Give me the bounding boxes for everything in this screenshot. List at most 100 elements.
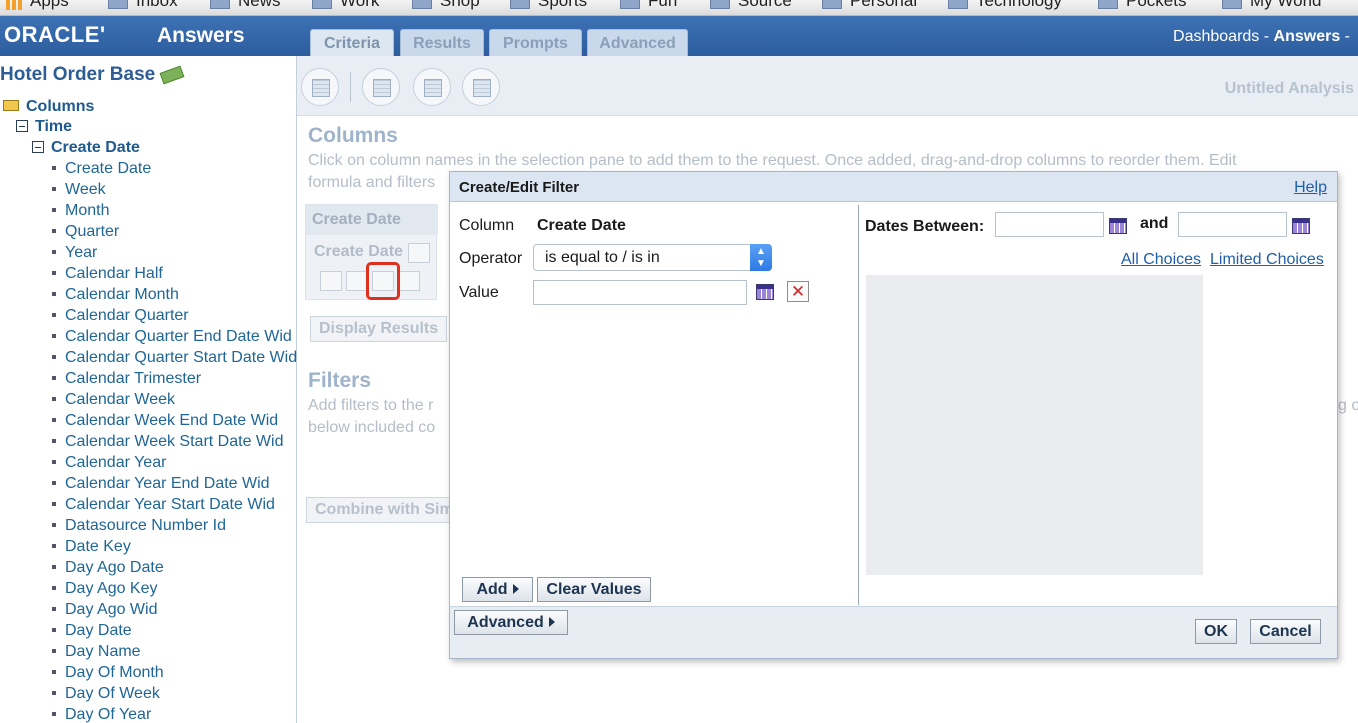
clear-value-icon[interactable]: ✕ bbox=[787, 281, 809, 302]
bullet-icon bbox=[52, 376, 56, 380]
ok-button[interactable]: OK bbox=[1195, 619, 1237, 644]
folder-icon bbox=[312, 0, 332, 9]
date-to-input[interactable] bbox=[1178, 212, 1287, 237]
tree-item[interactable]: Day Name bbox=[52, 643, 141, 661]
folder-icon bbox=[108, 0, 128, 9]
advanced-button[interactable]: Advanced bbox=[454, 610, 568, 635]
tree-root-columns[interactable]: Columns bbox=[3, 98, 94, 116]
tree-item[interactable]: Month bbox=[52, 202, 109, 220]
tree-item[interactable]: Day Ago Wid bbox=[52, 601, 157, 619]
tree-item[interactable]: Calendar Week bbox=[52, 391, 175, 409]
tree-folder-time[interactable]: Time bbox=[16, 118, 72, 136]
tab-criteria[interactable]: Criteria bbox=[310, 29, 394, 56]
bookmark-work[interactable]: Work bbox=[312, 0, 379, 11]
answers-link[interactable]: Answers bbox=[1274, 28, 1341, 45]
sort-icon[interactable] bbox=[408, 243, 430, 263]
collapse-icon[interactable] bbox=[16, 120, 28, 132]
tree-item[interactable]: Calendar Quarter bbox=[52, 307, 189, 325]
calendar-from-icon[interactable] bbox=[1109, 218, 1127, 234]
analysis-name: Untitled Analysis bbox=[1224, 80, 1354, 97]
filters-instructions-line2: below included co bbox=[308, 419, 436, 436]
tree-item[interactable]: Week bbox=[52, 181, 106, 199]
bookmark-news[interactable]: News bbox=[210, 0, 281, 11]
tree-item[interactable]: Calendar Quarter End Date Wid bbox=[52, 328, 292, 346]
all-choices-link[interactable]: All Choices bbox=[1121, 251, 1201, 269]
tree-item[interactable]: Date Key bbox=[52, 538, 131, 556]
bullet-icon bbox=[52, 523, 56, 527]
bullet-icon bbox=[52, 649, 56, 653]
columns-instructions-line1: Click on column names in the selection p… bbox=[308, 152, 1237, 169]
subject-area-title: Hotel Order Base bbox=[0, 64, 185, 86]
tree-item[interactable]: Datasource Number Id bbox=[52, 517, 226, 535]
help-link[interactable]: Help bbox=[1294, 179, 1327, 197]
tree-item[interactable]: Year bbox=[52, 244, 97, 262]
format-icon[interactable] bbox=[320, 271, 342, 291]
create-pivot-button[interactable] bbox=[301, 68, 339, 106]
tree-item[interactable]: Calendar Trimester bbox=[52, 370, 201, 388]
bookmark-source[interactable]: Source bbox=[710, 0, 792, 11]
tree-item[interactable]: Calendar Year End Date Wid bbox=[52, 475, 270, 493]
filter-icon-highlight bbox=[366, 262, 400, 300]
tree-item[interactable]: Day Of Month bbox=[52, 664, 164, 682]
bookmark-pockets[interactable]: Pockets bbox=[1098, 0, 1186, 11]
calendar-to-icon[interactable] bbox=[1292, 218, 1310, 234]
calendar-icon[interactable] bbox=[756, 284, 774, 300]
create-edit-filter-dialog: Create/Edit Filter Help Column Create Da… bbox=[449, 171, 1338, 659]
display-results-button[interactable]: Display Results bbox=[310, 316, 448, 342]
app-title: Answers bbox=[157, 24, 245, 47]
bullet-icon bbox=[52, 712, 56, 716]
tab-advanced[interactable]: Advanced bbox=[587, 29, 688, 56]
save-button[interactable] bbox=[413, 68, 451, 106]
bullet-icon bbox=[52, 418, 56, 422]
tree-item[interactable]: Create Date bbox=[52, 160, 151, 178]
value-label: Value bbox=[459, 284, 499, 301]
dashboards-link[interactable]: Dashboards bbox=[1173, 28, 1259, 45]
tree-item[interactable]: Calendar Quarter Start Date Wid bbox=[52, 349, 297, 367]
arrow-right-icon bbox=[512, 584, 519, 594]
bookmark-technology[interactable]: Technology bbox=[948, 0, 1062, 11]
tree-item[interactable]: Calendar Week End Date Wid bbox=[52, 412, 278, 430]
columns-instructions-line2: formula and filters bbox=[308, 174, 436, 191]
tree-item[interactable]: Calendar Year bbox=[52, 454, 166, 472]
tree-item[interactable]: Quarter bbox=[52, 223, 119, 241]
collapse-icon[interactable] bbox=[32, 141, 44, 153]
combine-with-similar-button[interactable]: Combine with Sim bbox=[306, 497, 463, 523]
column-box-label: Create Date bbox=[314, 243, 403, 260]
delete-column-icon[interactable] bbox=[398, 271, 420, 291]
bookmark-my-world[interactable]: My World bbox=[1222, 0, 1321, 11]
add-button[interactable]: Add bbox=[462, 577, 533, 602]
bullet-icon bbox=[52, 670, 56, 674]
bookmark-sports[interactable]: Sports bbox=[510, 0, 587, 11]
bookmark-fun[interactable]: Fun bbox=[620, 0, 677, 11]
formula-icon[interactable] bbox=[346, 271, 368, 291]
tab-prompts[interactable]: Prompts bbox=[489, 29, 582, 56]
tree-item[interactable]: Day Ago Date bbox=[52, 559, 164, 577]
value-input[interactable] bbox=[533, 280, 747, 305]
tree-item[interactable]: Calendar Year Start Date Wid bbox=[52, 496, 275, 514]
operator-select[interactable]: is equal to / is in ▲ ▼ bbox=[533, 244, 772, 271]
tree-item[interactable]: Day Of Year bbox=[52, 706, 151, 723]
bookmark-apps[interactable]: Apps bbox=[6, 0, 69, 11]
bookmark-personal[interactable]: Personal bbox=[822, 0, 917, 11]
bookmark-inbox[interactable]: Inbox bbox=[108, 0, 178, 11]
tab-results[interactable]: Results bbox=[400, 29, 484, 56]
properties-button[interactable] bbox=[462, 68, 500, 106]
tree-item[interactable]: Calendar Week Start Date Wid bbox=[52, 433, 283, 451]
tree-item[interactable]: Calendar Half bbox=[52, 265, 163, 283]
limited-choices-link[interactable]: Limited Choices bbox=[1210, 251, 1324, 269]
tree-item[interactable]: Calendar Month bbox=[52, 286, 179, 304]
tree-item[interactable]: Day Of Week bbox=[52, 685, 160, 703]
bullet-icon bbox=[52, 628, 56, 632]
cancel-button[interactable]: Cancel bbox=[1250, 619, 1321, 644]
table-view-button[interactable] bbox=[362, 68, 400, 106]
tree-item[interactable]: Day Ago Key bbox=[52, 580, 158, 598]
money-icon bbox=[159, 65, 185, 85]
choices-list[interactable] bbox=[866, 275, 1203, 575]
bullet-icon bbox=[52, 292, 56, 296]
clear-values-button[interactable]: Clear Values bbox=[537, 577, 651, 602]
bookmark-shop[interactable]: Shop bbox=[412, 0, 480, 11]
tree-item[interactable]: Day Date bbox=[52, 622, 132, 640]
bullet-icon bbox=[52, 187, 56, 191]
date-from-input[interactable] bbox=[995, 212, 1104, 237]
tree-folder-create-date[interactable]: Create Date bbox=[32, 139, 140, 157]
